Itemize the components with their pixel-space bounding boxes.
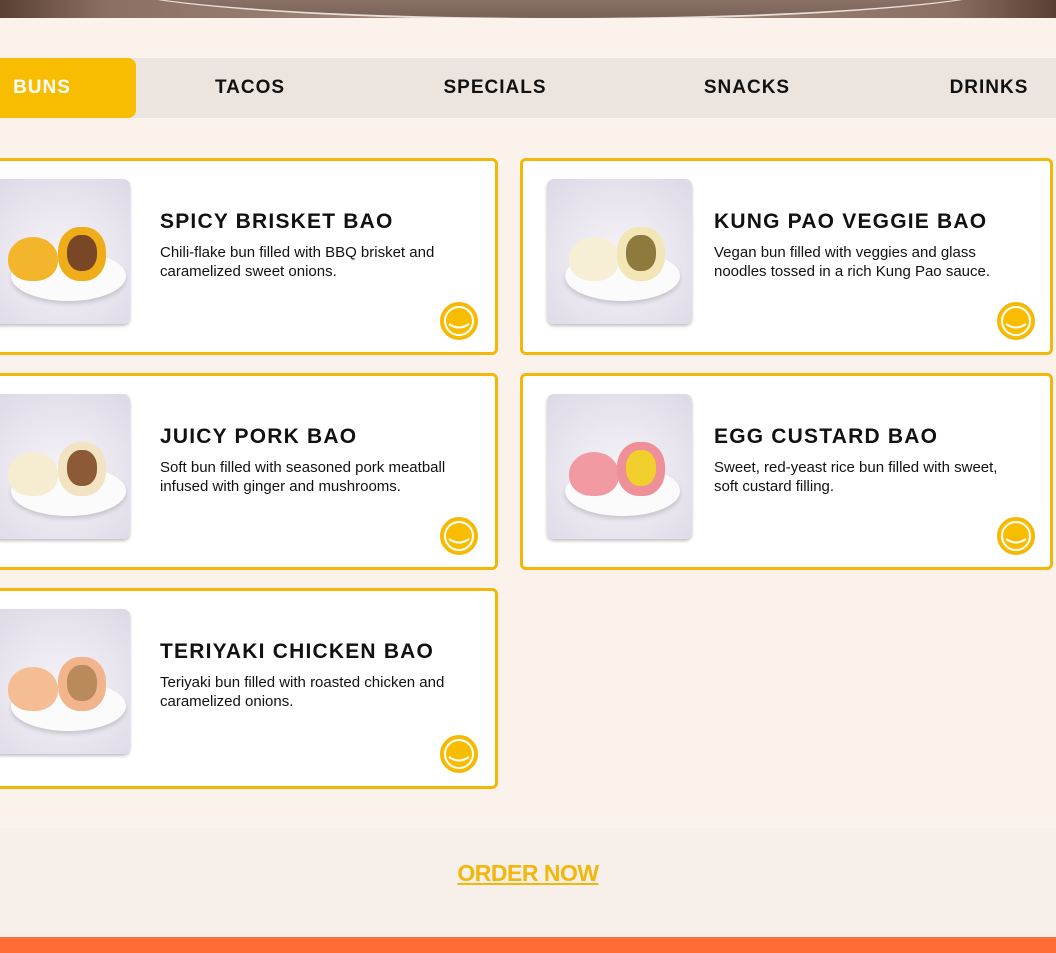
menu-item-description: Soft bun filled with seasoned pork meatb…: [160, 459, 446, 495]
menu-item-description: Chili-flake bun filled with BBQ brisket …: [160, 244, 435, 280]
tab-label: SNACKS: [703, 77, 791, 98]
menu-card-kung-pao-veggie-bao[interactable]: KUNG PAO VEGGIE BAO Vegan bun filled wit…: [520, 158, 1053, 355]
bao-photo: [547, 394, 692, 539]
tab-label: SPECIALS: [443, 77, 547, 98]
menu-item-title: TERIYAKI CHICKEN BAO: [160, 640, 435, 663]
menu-item-description: Vegan bun filled with veggies and glass …: [714, 244, 991, 280]
tab-specials[interactable]: SPECIALS: [420, 58, 570, 118]
order-now-link[interactable]: ORDER NOW: [0, 860, 1056, 887]
bao-bun-icon[interactable]: [996, 301, 1036, 341]
menu-item-title: EGG CUSTARD BAO: [714, 425, 939, 448]
hero-plate-image: [95, 0, 1025, 18]
bao-bun-icon[interactable]: [439, 734, 479, 774]
category-tabbar: BUNS TACOS SPECIALS SNACKS DRINKS: [0, 58, 1056, 118]
menu-item-description: Sweet, red-yeast rice bun filled with sw…: [714, 459, 998, 495]
menu-card-teriyaki-chicken-bao[interactable]: TERIYAKI CHICKEN BAO Teriyaki bun filled…: [0, 588, 498, 789]
bao-bun-icon[interactable]: [439, 301, 479, 341]
bao-photo: [0, 609, 130, 754]
tab-label: BUNS: [13, 77, 71, 98]
tab-tacos[interactable]: TACOS: [180, 58, 320, 118]
tab-snacks[interactable]: SNACKS: [676, 58, 818, 118]
menu-item-description: Teriyaki bun filled with roasted chicken…: [160, 674, 445, 710]
hero-image-strip: [0, 0, 1056, 18]
menu-item-title: KUNG PAO VEGGIE BAO: [714, 210, 988, 233]
menu-card-juicy-pork-bao[interactable]: JUICY PORK BAO Soft bun filled with seas…: [0, 373, 498, 570]
bao-bun-icon[interactable]: [996, 516, 1036, 556]
bao-bun-icon[interactable]: [439, 516, 479, 556]
bao-photo: [0, 179, 130, 324]
footer-bar: [0, 937, 1056, 953]
bao-photo: [547, 179, 692, 324]
menu-item-title: SPICY BRISKET BAO: [160, 210, 394, 233]
tab-label: DRINKS: [949, 77, 1029, 98]
menu-card-spicy-brisket-bao[interactable]: SPICY BRISKET BAO Chili-flake bun filled…: [0, 158, 498, 355]
tab-drinks[interactable]: DRINKS: [924, 58, 1054, 118]
tab-label: TACOS: [214, 77, 286, 98]
bao-photo: [0, 394, 130, 539]
menu-card-egg-custard-bao[interactable]: EGG CUSTARD BAO Sweet, red-yeast rice bu…: [520, 373, 1053, 570]
menu-item-title: JUICY PORK BAO: [160, 425, 358, 448]
tab-buns[interactable]: BUNS: [0, 58, 136, 118]
